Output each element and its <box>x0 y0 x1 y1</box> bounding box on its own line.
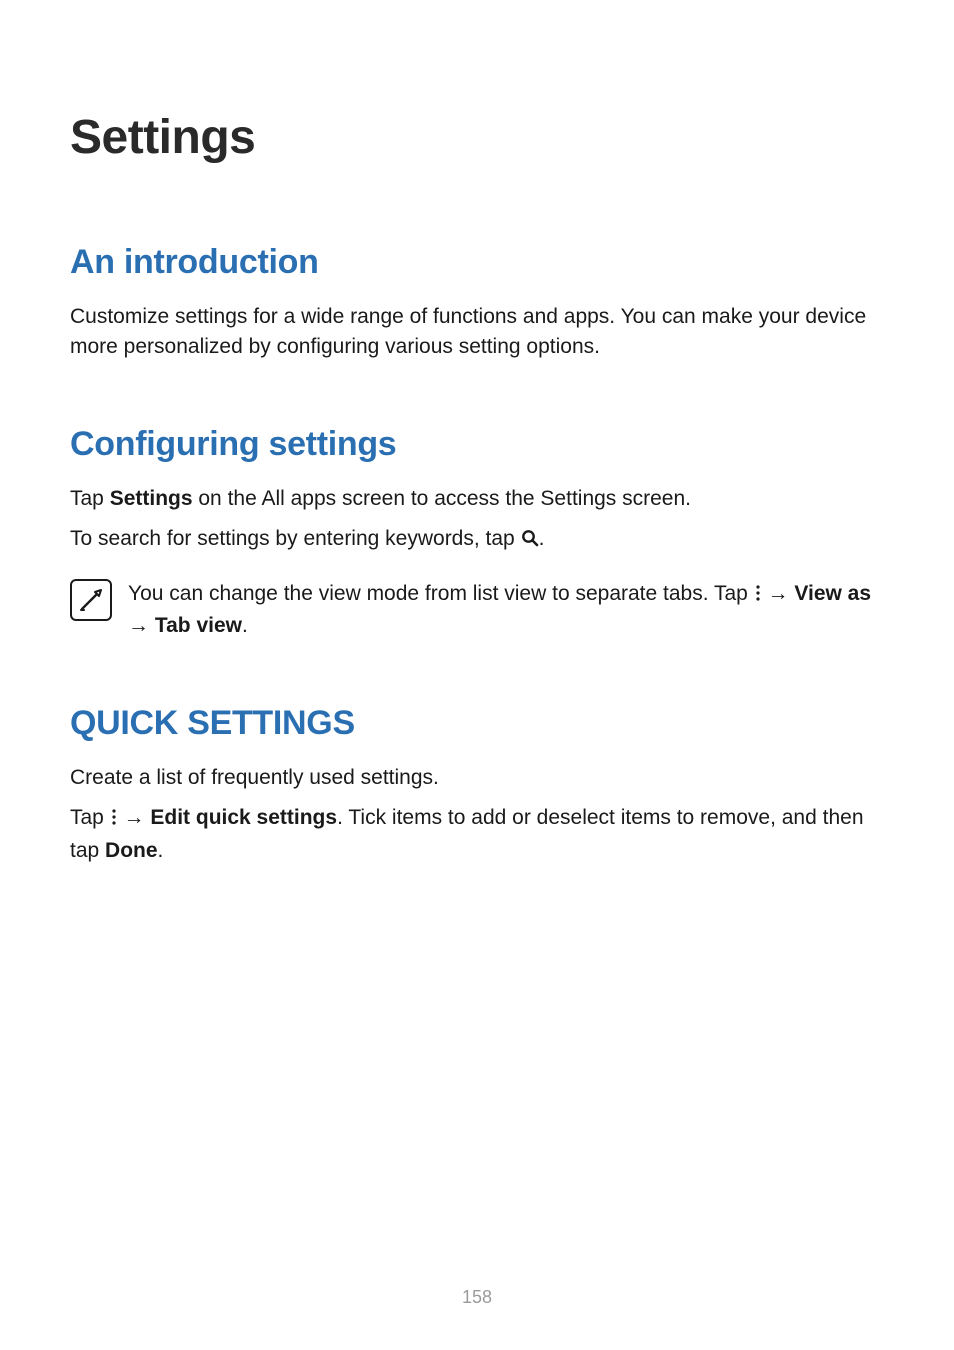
text: You can change the view mode from list v… <box>128 582 754 605</box>
note-callout: You can change the view mode from list v… <box>70 579 884 642</box>
text: To search for settings by entering keywo… <box>70 527 521 550</box>
bold-tab-view: Tab view <box>155 614 242 637</box>
section-heading-quick: QUICK SETTINGS <box>70 704 884 743</box>
config-p2: To search for settings by entering keywo… <box>70 524 884 556</box>
section-heading-intro: An introduction <box>70 243 884 282</box>
page-title: Settings <box>70 110 884 165</box>
quick-p1: Create a list of frequently used setting… <box>70 763 884 793</box>
quick-p2: Tap → Edit quick settings. Tick items to… <box>70 803 884 866</box>
page-number: 158 <box>0 1287 954 1308</box>
text: . <box>242 614 248 637</box>
bold-settings: Settings <box>110 487 193 510</box>
more-options-icon <box>110 805 118 835</box>
search-icon <box>521 526 539 556</box>
text: . <box>539 527 545 550</box>
arrow-text: → <box>128 614 155 637</box>
intro-body: Customize settings for a wide range of f… <box>70 302 884 363</box>
arrow-text: → <box>762 582 795 605</box>
section-heading-config: Configuring settings <box>70 425 884 464</box>
text: . <box>158 839 164 862</box>
text: on the All apps screen to access the Set… <box>193 487 691 510</box>
more-options-icon <box>754 581 762 611</box>
arrow-text: → <box>118 806 151 829</box>
document-page: Settings An introduction Customize setti… <box>0 0 954 866</box>
note-text: You can change the view mode from list v… <box>128 579 884 642</box>
bold-view-as: View as <box>794 582 871 605</box>
text: Tap <box>70 487 110 510</box>
bold-edit-quick: Edit quick settings <box>150 806 337 829</box>
text: Tap <box>70 806 110 829</box>
note-icon <box>70 579 112 621</box>
bold-done: Done <box>105 839 158 862</box>
config-p1: Tap Settings on the All apps screen to a… <box>70 484 884 514</box>
